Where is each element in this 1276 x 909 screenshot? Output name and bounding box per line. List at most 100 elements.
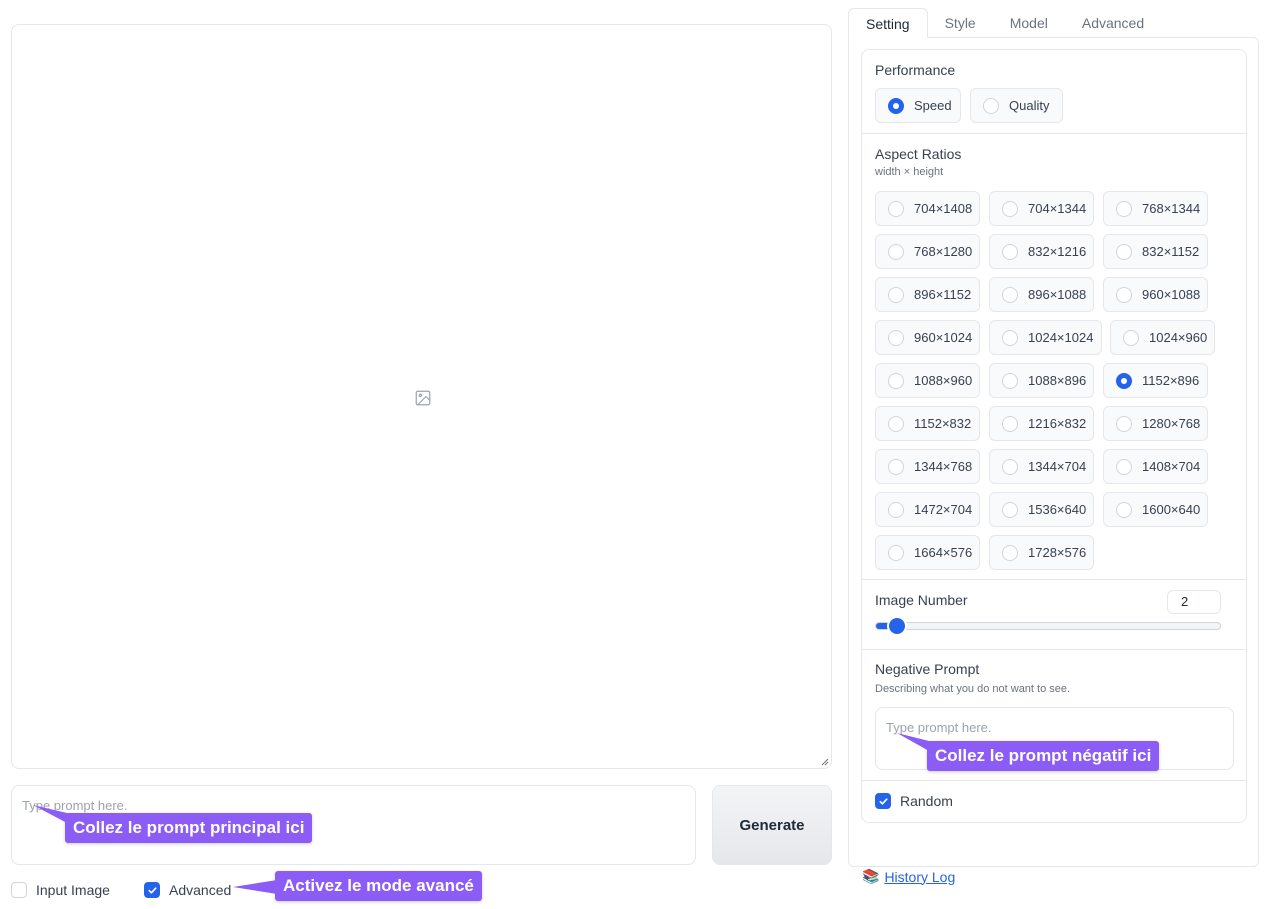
option-label: 1344×704 (1028, 459, 1087, 474)
aspect-ratio-option[interactable]: 1728×576 (989, 535, 1094, 570)
option-label: 768×1280 (914, 244, 973, 259)
image-number-section: Image Number 2 (862, 580, 1246, 650)
tab-style[interactable]: Style (928, 8, 993, 38)
callout-advanced-text: Activez le mode avancé (283, 876, 474, 895)
aspect-ratio-option[interactable]: 768×1280 (875, 234, 980, 269)
option-label: 1152×896 (1142, 373, 1200, 388)
aspect-ratio-option[interactable]: 960×1088 (1103, 277, 1208, 312)
aspect-ratio-option[interactable]: 1600×640 (1103, 492, 1208, 527)
tab-setting[interactable]: Setting (848, 8, 928, 38)
option-label: 704×1408 (914, 201, 973, 216)
aspect-ratio-option[interactable]: 1024×960 (1110, 320, 1215, 355)
aspect-ratio-option[interactable]: 832×1152 (1103, 234, 1208, 269)
aspect-ratio-option[interactable]: 960×1024 (875, 320, 980, 355)
aspect-ratio-option[interactable]: 704×1408 (875, 191, 980, 226)
option-label: 1280×768 (1142, 416, 1201, 431)
aspect-ratio-option[interactable]: 704×1344 (989, 191, 1094, 226)
callout-negative: Collez le prompt négatif ici (897, 733, 1160, 771)
option-label: 768×1344 (1142, 201, 1201, 216)
input-image-toggle[interactable]: Input Image (11, 882, 110, 898)
aspect-ratio-option[interactable]: 1024×1024 (989, 320, 1102, 355)
checkmark-icon (147, 886, 157, 894)
option-label: 1344×768 (914, 459, 973, 474)
radio-icon (888, 329, 904, 346)
aspect-ratio-option[interactable]: 1088×896 (989, 363, 1094, 398)
option-label: 832×1152 (1142, 244, 1200, 259)
image-number-slider[interactable] (875, 622, 1221, 630)
aspect-ratio-option[interactable]: 1344×704 (989, 449, 1094, 484)
radio-icon (1002, 200, 1018, 217)
radio-icon (1002, 501, 1018, 518)
aspect-ratio-option[interactable]: 1280×768 (1103, 406, 1208, 441)
option-label: Quality (1009, 98, 1050, 113)
callout-prompt-text: Collez le prompt principal ici (73, 818, 305, 837)
radio-icon (888, 544, 904, 561)
tab-advanced[interactable]: Advanced (1065, 8, 1161, 38)
radio-icon (1002, 544, 1018, 561)
option-label: Speed (914, 98, 952, 113)
aspect-ratios-sublabel: width × height (875, 166, 944, 178)
aspect-ratio-option[interactable]: 832×1216 (989, 234, 1094, 269)
slider-thumb[interactable] (888, 618, 905, 634)
option-label: 896×1152 (914, 287, 972, 302)
aspect-ratio-option[interactable]: 1152×832 (875, 406, 980, 441)
aspect-ratio-option[interactable]: 1536×640 (989, 492, 1094, 527)
aspect-ratio-option[interactable]: 1344×768 (875, 449, 980, 484)
radio-icon (888, 243, 904, 260)
image-number-input[interactable]: 2 (1167, 590, 1221, 614)
aspect-ratio-option[interactable]: 896×1152 (875, 277, 980, 312)
radio-icon (1116, 286, 1132, 303)
radio-icon (1002, 243, 1018, 260)
checkmark-icon (878, 797, 888, 805)
option-label: 1088×960 (914, 373, 973, 388)
random-checkbox[interactable] (875, 793, 891, 809)
aspect-ratio-option[interactable]: 1664×576 (875, 535, 980, 570)
advanced-toggle[interactable]: Advanced (144, 882, 231, 898)
tab-model[interactable]: Model (993, 8, 1065, 38)
history-log: 📚 History Log (862, 868, 955, 885)
option-label: 1472×704 (914, 502, 973, 517)
radio-icon (1002, 329, 1018, 346)
performance-option-speed[interactable]: Speed (875, 88, 961, 123)
option-label: 1152×832 (914, 416, 972, 431)
radio-icon (1116, 243, 1132, 260)
radio-icon (888, 458, 904, 475)
aspect-ratios-section: Aspect Ratios width × height 704×1408 704… (862, 134, 1246, 580)
input-image-label: Input Image (36, 882, 110, 898)
performance-option-quality[interactable]: Quality (970, 88, 1063, 123)
radio-icon (1002, 415, 1018, 432)
option-label: 1088×896 (1028, 373, 1087, 388)
aspect-ratio-option[interactable]: 1088×960 (875, 363, 980, 398)
performance-section: Performance Speed Quality (862, 50, 1246, 134)
option-label: 1408×704 (1142, 459, 1201, 474)
option-label: 896×1088 (1028, 287, 1087, 302)
radio-icon (888, 372, 904, 389)
negative-prompt-label: Negative Prompt (875, 661, 980, 677)
random-toggle[interactable]: Random (875, 793, 953, 809)
aspect-ratio-option[interactable]: 1472×704 (875, 492, 980, 527)
radio-icon (888, 97, 904, 114)
aspect-ratio-option[interactable]: 1152×896 (1103, 363, 1208, 398)
advanced-checkbox[interactable] (144, 882, 160, 898)
radio-icon (1116, 372, 1132, 389)
advanced-label: Advanced (169, 882, 232, 898)
input-image-checkbox[interactable] (11, 882, 27, 898)
aspect-ratio-option[interactable]: 768×1344 (1103, 191, 1208, 226)
radio-icon (1123, 329, 1139, 346)
image-number-label: Image Number (875, 592, 968, 608)
settings-panel: Setting Style Model Advanced Performance… (848, 8, 1259, 885)
option-label: 960×1024 (914, 330, 973, 345)
random-label: Random (900, 793, 953, 809)
radio-icon (983, 97, 999, 114)
aspect-ratio-option[interactable]: 896×1088 (989, 277, 1094, 312)
settings-card: Performance Speed Quality Aspect Ratios … (861, 49, 1247, 823)
option-label: 704×1344 (1028, 201, 1087, 216)
resize-handle-icon[interactable] (821, 758, 829, 766)
history-log-link[interactable]: History Log (884, 869, 955, 885)
settings-tabs: Setting Style Model Advanced (848, 8, 1161, 38)
option-label: 1216×832 (1028, 416, 1087, 431)
aspect-ratio-option[interactable]: 1216×832 (989, 406, 1094, 441)
generate-button[interactable]: Generate (712, 785, 832, 865)
callout-advanced: Activez le mode avancé (233, 871, 482, 901)
aspect-ratio-option[interactable]: 1408×704 (1103, 449, 1208, 484)
